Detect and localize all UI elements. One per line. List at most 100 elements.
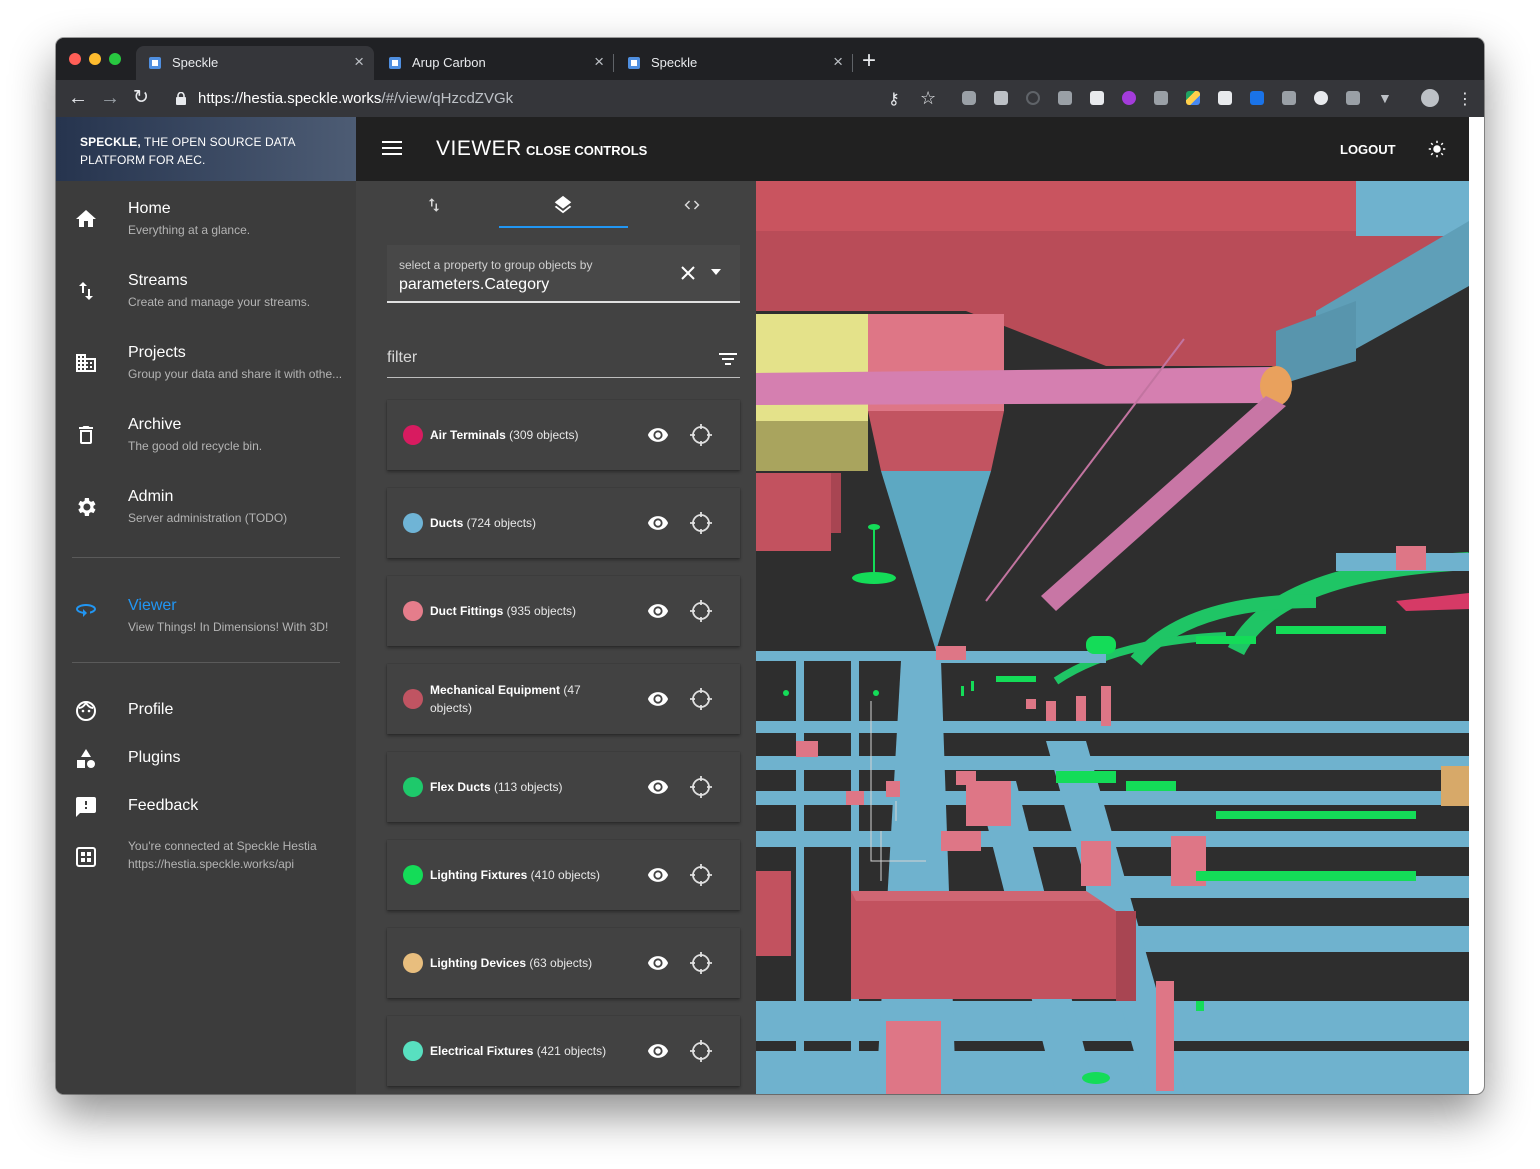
filter-icon[interactable] — [719, 353, 737, 365]
layers-icon[interactable] — [552, 194, 574, 216]
tab-title: Speckle — [651, 55, 698, 70]
layer-card-ducts[interactable]: Ducts (724 objects) — [387, 488, 740, 558]
close-tab-icon[interactable]: × — [833, 52, 843, 72]
sidebar-item-title: Home — [128, 200, 171, 217]
vue-devtools-icon[interactable]: ▼ — [1378, 91, 1392, 105]
layer-color-swatch — [403, 689, 423, 709]
sidebar-item-title: Admin — [128, 488, 174, 505]
sidebar-item-admin[interactable]: Admin Server administration (TODO) — [56, 485, 356, 549]
layer-label: Lighting Devices (63 objects) — [430, 954, 630, 972]
eye-icon[interactable] — [645, 776, 671, 798]
hand-extension-icon[interactable] — [1314, 91, 1328, 105]
layer-card-lighting-devices[interactable]: Lighting Devices (63 objects) — [387, 928, 740, 998]
layer-color-swatch — [403, 865, 423, 885]
minimize-window-button[interactable] — [89, 53, 101, 65]
grammarly-extension-icon[interactable] — [1282, 91, 1296, 105]
sidebar-item-home[interactable]: Home Everything at a glance. — [56, 197, 356, 261]
menu-icon[interactable] — [382, 140, 402, 156]
filter-input[interactable] — [387, 345, 687, 371]
crosshairs-icon[interactable] — [689, 511, 713, 535]
layer-card-lighting-fixtures[interactable]: Lighting Fixtures (410 objects) — [387, 840, 740, 910]
eye-icon[interactable] — [645, 600, 671, 622]
eye-icon[interactable] — [645, 952, 671, 974]
sidebar-item-title: Plugins — [128, 749, 181, 766]
sidebar-item-feedback[interactable]: Feedback — [56, 791, 356, 823]
layer-count: (309 objects) — [505, 428, 579, 442]
new-tab-button[interactable]: + — [862, 47, 876, 75]
crosshairs-icon[interactable] — [689, 775, 713, 799]
clear-icon[interactable] — [681, 266, 695, 280]
filter-field[interactable] — [387, 341, 740, 378]
maximize-window-button[interactable] — [109, 53, 121, 65]
layer-label: Duct Fittings (935 objects) — [430, 602, 605, 620]
3d-viewer-canvas[interactable] — [756, 181, 1469, 1094]
layer-card-electrical-fixtures[interactable]: Electrical Fixtures (421 objects) — [387, 1016, 740, 1086]
google-drive-icon[interactable] — [1186, 91, 1200, 105]
browser-tab-speckle[interactable]: Speckle × — [136, 46, 374, 80]
avatar[interactable] — [1421, 89, 1439, 107]
sidebar-item-title: Viewer — [128, 597, 177, 614]
layer-name: Mechanical Equipment — [430, 683, 561, 697]
crosshairs-icon[interactable] — [689, 951, 713, 975]
eye-icon[interactable] — [645, 688, 671, 710]
swap-vertical-icon[interactable] — [425, 195, 443, 215]
layer-card-flex-ducts[interactable]: Flex Ducts (113 objects) — [387, 752, 740, 822]
browser-tab-arup-carbon[interactable]: Arup Carbon × — [376, 46, 614, 80]
purple-extension-icon[interactable] — [1122, 91, 1136, 105]
back-arrow-icon[interactable]: ← — [68, 85, 88, 111]
forward-arrow-icon[interactable]: → — [100, 85, 120, 111]
layer-label: Ducts (724 objects) — [430, 514, 605, 532]
building-icon — [76, 354, 96, 372]
more-vertical-icon[interactable]: ⋮ — [1457, 87, 1473, 113]
camera-extension-icon[interactable] — [994, 91, 1008, 105]
brand-banner: SPECKLE, THE OPEN SOURCE DATA PLATFORM F… — [56, 117, 356, 181]
window-extension-icon[interactable] — [1346, 91, 1360, 105]
sidebar-item-plugins[interactable]: Plugins — [56, 743, 356, 775]
printer-extension-icon[interactable] — [1090, 91, 1104, 105]
brightness-icon[interactable] — [1428, 140, 1446, 158]
sidebar-item-projects[interactable]: Projects Group your data and share it wi… — [56, 341, 356, 405]
crosshairs-icon[interactable] — [689, 863, 713, 887]
close-window-button[interactable] — [69, 53, 81, 65]
address-bar[interactable]: https://hestia.speckle.works/#/view/qHzc… — [198, 80, 513, 117]
close-controls-button[interactable]: CLOSE CONTROLS — [526, 143, 647, 158]
layer-card-duct-fittings[interactable]: Duct Fittings (935 objects) — [387, 576, 740, 646]
trello-extension-icon[interactable] — [1250, 91, 1264, 105]
eye-icon[interactable] — [645, 512, 671, 534]
layer-card-air-terminals[interactable]: Air Terminals (309 objects) — [387, 400, 740, 470]
crosshairs-icon[interactable] — [689, 599, 713, 623]
close-tab-icon[interactable]: × — [594, 52, 604, 72]
sidebar-item-archive[interactable]: Archive The good old recycle bin. — [56, 413, 356, 477]
layer-card-mechanical-equipment[interactable]: Mechanical Equipment (47 objects) — [387, 664, 740, 734]
crosshairs-icon[interactable] — [689, 687, 713, 711]
location-extension-icon[interactable] — [1058, 91, 1072, 105]
crosshairs-icon[interactable] — [689, 1039, 713, 1063]
scrollbar-track[interactable] — [1469, 117, 1484, 1094]
layer-name: Lighting Devices — [430, 956, 527, 970]
face-icon — [76, 701, 96, 721]
sidebar-item-profile[interactable]: Profile — [56, 695, 356, 727]
sidebar-item-viewer[interactable]: Viewer View Things! In Dimensions! With … — [56, 589, 356, 653]
chevron-down-icon[interactable] — [711, 269, 721, 275]
group-select-value: parameters.Category — [399, 276, 550, 293]
close-tab-icon[interactable]: × — [354, 52, 364, 72]
eye-icon[interactable] — [645, 1040, 671, 1062]
browser-tab-speckle-2[interactable]: Speckle × — [615, 46, 853, 80]
eye-icon[interactable] — [645, 864, 671, 886]
group-property-select[interactable]: select a property to group objects by pa… — [387, 245, 740, 303]
circle-extension-icon[interactable] — [1026, 91, 1040, 105]
sidebar-item-streams[interactable]: Streams Create and manage your streams. — [56, 269, 356, 333]
logout-button[interactable]: LOGOUT — [1340, 142, 1396, 157]
crosshairs-icon[interactable] — [689, 423, 713, 447]
layer-color-swatch — [403, 425, 423, 445]
shield-extension-icon[interactable] — [962, 91, 976, 105]
document-extension-icon[interactable] — [1218, 91, 1232, 105]
star-icon[interactable]: ☆ — [920, 85, 936, 111]
cloud-extension-icon[interactable] — [1154, 91, 1168, 105]
speckle-favicon-icon — [149, 57, 161, 69]
code-icon[interactable] — [681, 196, 703, 214]
layer-label: Lighting Fixtures (410 objects) — [430, 866, 630, 884]
key-icon[interactable]: ⚷ — [888, 87, 900, 113]
reload-icon[interactable]: ↻ — [133, 85, 149, 111]
eye-icon[interactable] — [645, 424, 671, 446]
